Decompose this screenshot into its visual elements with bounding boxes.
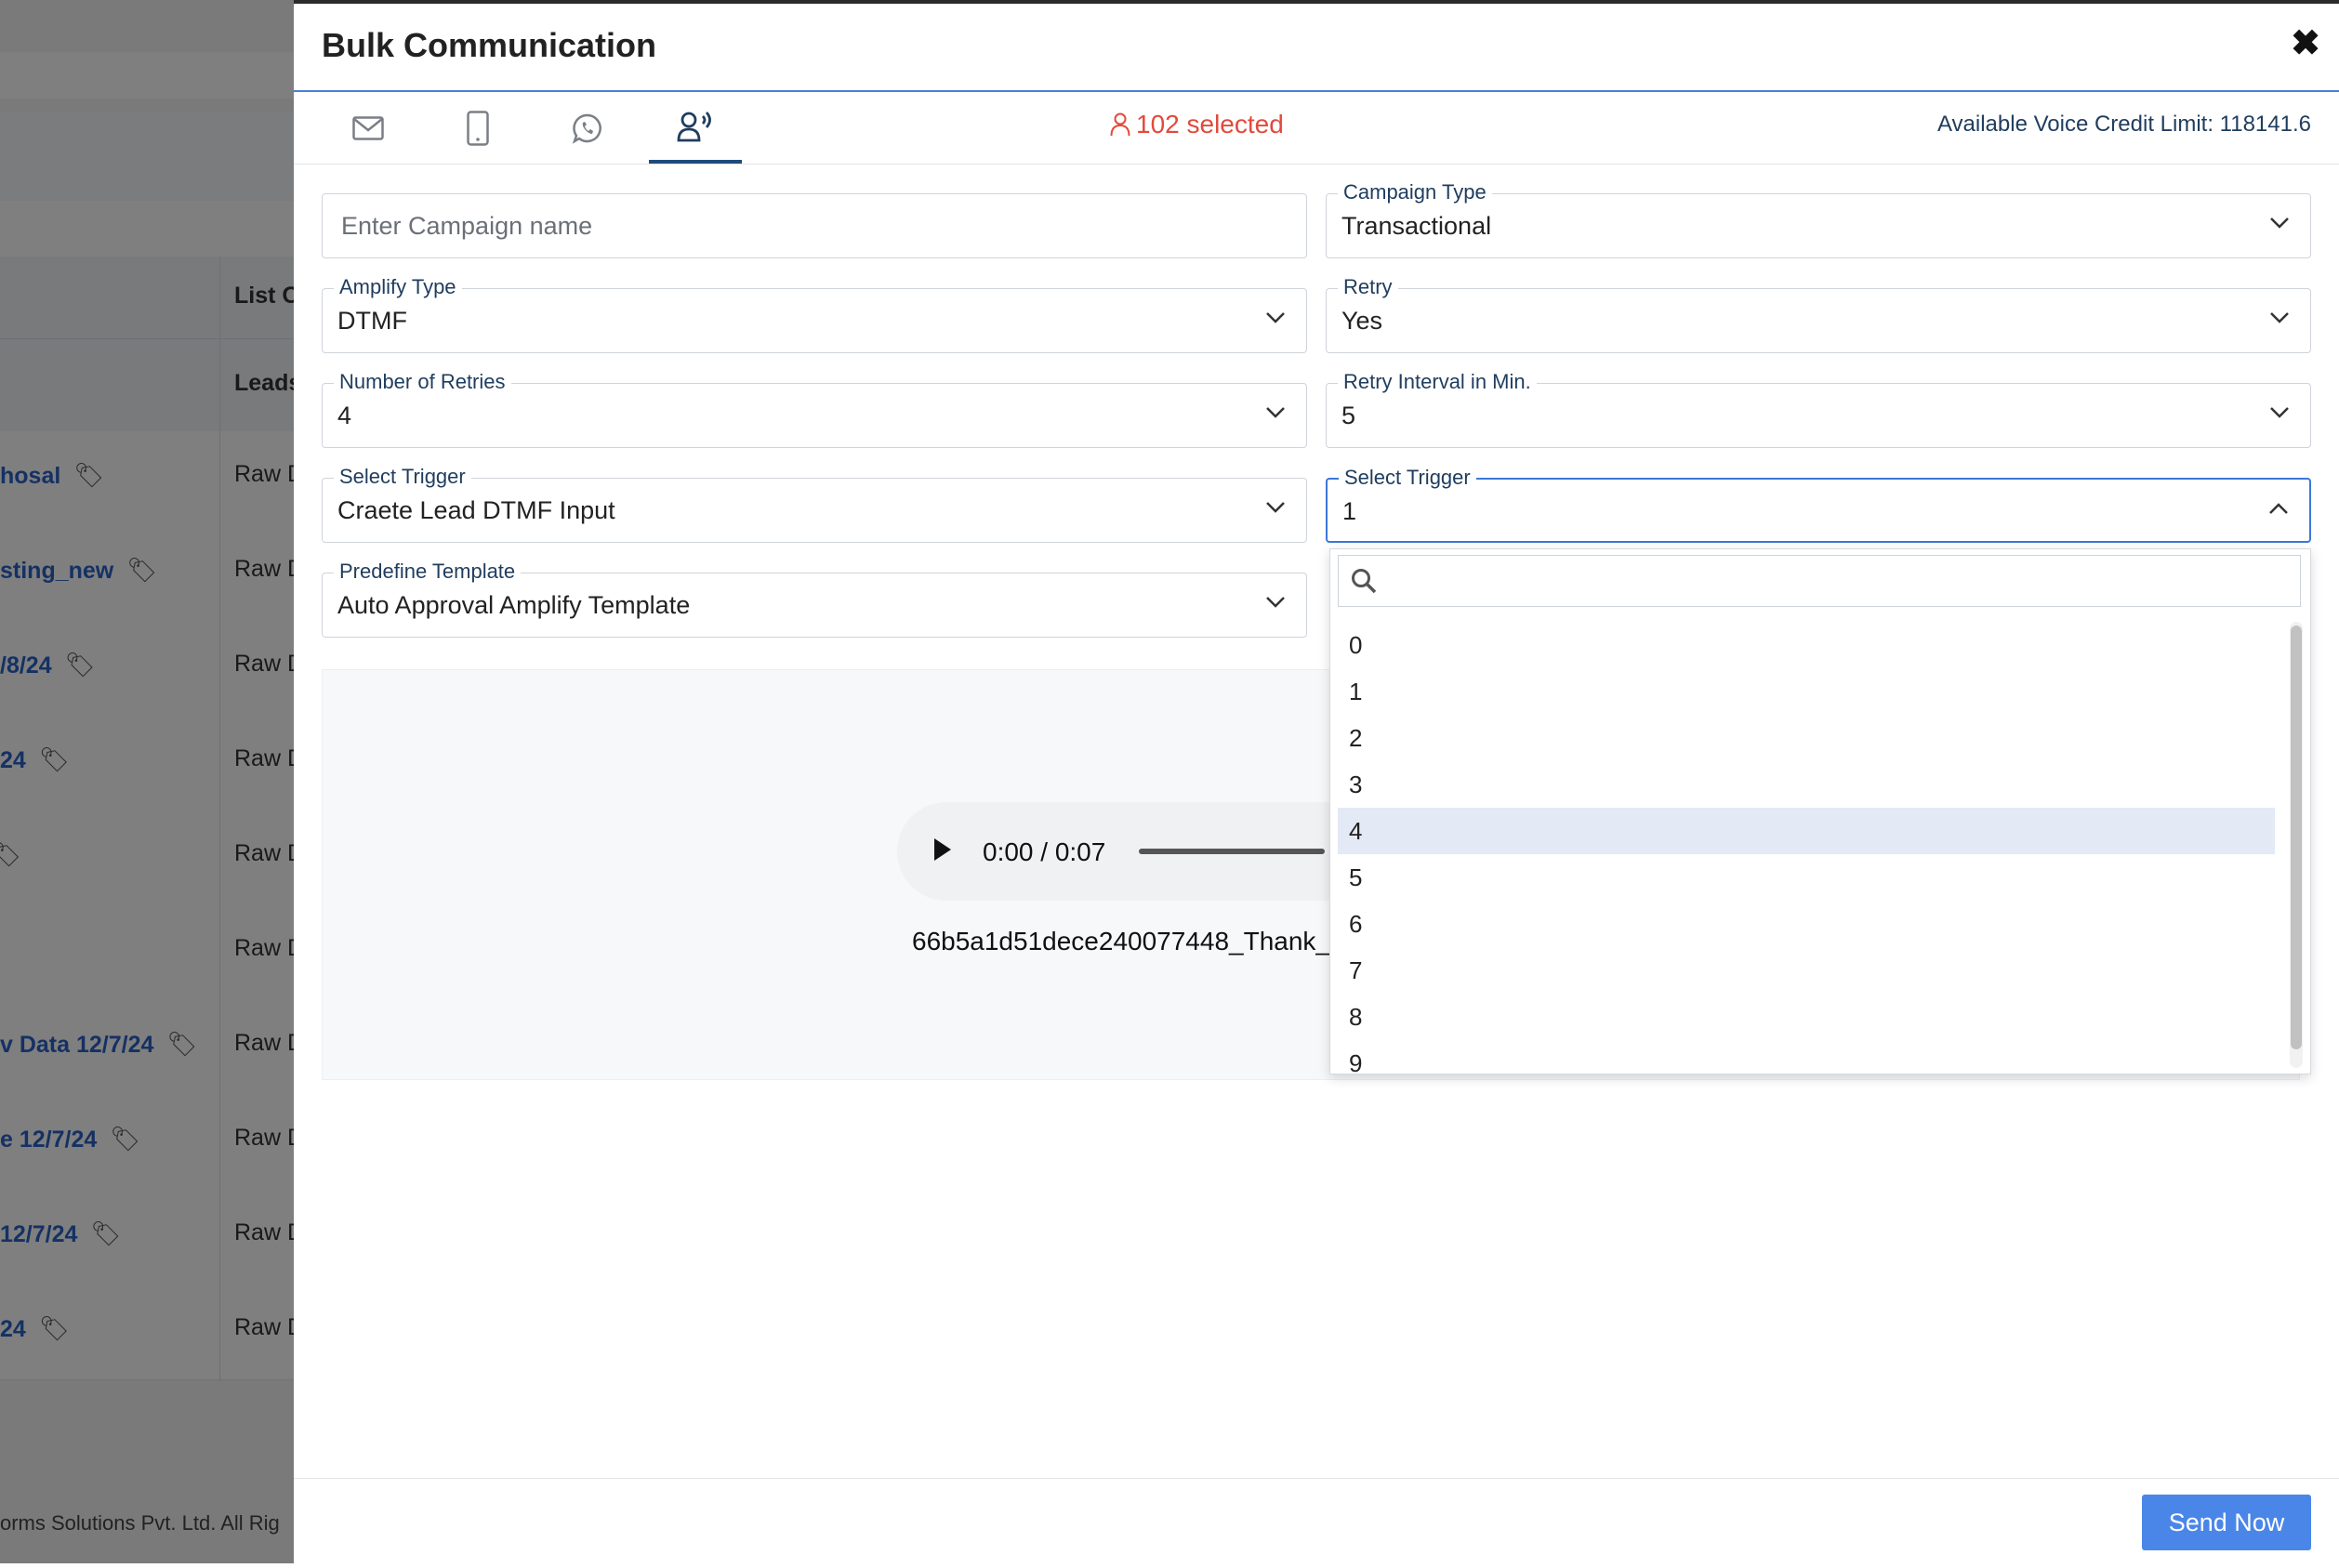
dropdown-option[interactable]: 6 bbox=[1338, 901, 2275, 947]
campaign-name-field[interactable] bbox=[322, 193, 1307, 258]
campaign-type-value: Transactional bbox=[1341, 212, 1492, 240]
selected-count-text: 102 selected bbox=[1136, 110, 1284, 138]
number-of-retries-select[interactable]: Number of Retries 4 bbox=[322, 370, 1307, 448]
select-trigger-label: Select Trigger bbox=[334, 465, 471, 489]
dropdown-option-highlighted[interactable]: 4 bbox=[1338, 808, 2275, 854]
tab-whatsapp[interactable] bbox=[541, 93, 634, 164]
chevron-down-icon bbox=[2270, 312, 2289, 323]
chevron-down-icon bbox=[2270, 407, 2289, 418]
select-trigger-dtmf-label: Select Trigger bbox=[1339, 466, 1476, 490]
chevron-up-icon bbox=[2269, 503, 2288, 514]
send-now-button[interactable]: Send Now bbox=[2142, 1495, 2311, 1550]
audio-player[interactable]: 0:00 / 0:07 bbox=[897, 802, 1381, 901]
retry-label: Retry bbox=[1338, 275, 1398, 299]
trigger-dropdown-menu: 0 1 2 3 4 5 6 7 8 9 bbox=[1329, 548, 2311, 1074]
chevron-down-icon bbox=[1266, 312, 1285, 323]
predefine-template-select[interactable]: Predefine Template Auto Approval Amplify… bbox=[322, 560, 1307, 638]
amplify-type-select[interactable]: Amplify Type DTMF bbox=[322, 275, 1307, 353]
whatsapp-icon bbox=[572, 113, 601, 144]
audio-progress-bar[interactable] bbox=[1139, 849, 1325, 854]
dropdown-option[interactable]: 5 bbox=[1338, 854, 2275, 901]
select-trigger-dtmf-value: 1 bbox=[1342, 497, 1357, 525]
chevron-down-icon bbox=[1266, 502, 1285, 513]
dropdown-option[interactable]: 3 bbox=[1338, 761, 2275, 808]
tab-voice[interactable] bbox=[649, 93, 742, 164]
select-trigger-value: Craete Lead DTMF Input bbox=[337, 496, 615, 524]
dropdown-search[interactable] bbox=[1338, 555, 2301, 608]
number-of-retries-label: Number of Retries bbox=[334, 370, 511, 394]
channel-tabs: 102 selected Available Voice Credit Limi… bbox=[294, 93, 2339, 165]
tab-email[interactable] bbox=[322, 93, 415, 164]
dropdown-search-input[interactable] bbox=[1385, 556, 2291, 608]
dropdown-option[interactable]: 8 bbox=[1338, 994, 2275, 1040]
tab-sms[interactable] bbox=[431, 93, 524, 164]
dropdown-option[interactable]: 2 bbox=[1338, 715, 2275, 761]
chevron-down-icon bbox=[2270, 217, 2289, 229]
dropdown-option[interactable]: 1 bbox=[1338, 668, 2275, 715]
email-icon bbox=[352, 116, 384, 140]
select-trigger-dtmf-select[interactable]: Select Trigger 1 bbox=[1326, 466, 2311, 543]
select-trigger-select[interactable]: Select Trigger Craete Lead DTMF Input bbox=[322, 465, 1307, 543]
amplify-type-value: DTMF bbox=[337, 307, 407, 335]
campaign-type-label: Campaign Type bbox=[1338, 180, 1492, 204]
play-icon[interactable] bbox=[931, 836, 955, 863]
dropdown-option[interactable]: 0 bbox=[1338, 622, 2275, 668]
selected-count: 102 selected bbox=[1110, 110, 1284, 139]
dropdown-scrollbar-thumb[interactable] bbox=[2291, 626, 2302, 1049]
chevron-down-icon bbox=[1266, 407, 1285, 418]
campaign-name-input[interactable] bbox=[323, 194, 1306, 257]
dropdown-options: 0 1 2 3 4 5 6 7 8 9 bbox=[1338, 622, 2275, 1074]
bulk-communication-modal: Bulk Communication ✖ 102 selected Availa… bbox=[294, 0, 2339, 1563]
amplify-type-label: Amplify Type bbox=[334, 275, 462, 299]
modal-header: Bulk Communication ✖ bbox=[294, 4, 2339, 92]
modal-title: Bulk Communication bbox=[322, 26, 657, 64]
retry-select[interactable]: Retry Yes bbox=[1326, 275, 2311, 353]
chevron-down-icon bbox=[1266, 597, 1285, 608]
retry-interval-label: Retry Interval in Min. bbox=[1338, 370, 1537, 394]
close-icon[interactable]: ✖ bbox=[2291, 26, 2320, 61]
retry-interval-select[interactable]: Retry Interval in Min. 5 bbox=[1326, 370, 2311, 448]
user-icon bbox=[1110, 112, 1130, 137]
retry-value: Yes bbox=[1341, 307, 1383, 335]
voice-credit-limit: Available Voice Credit Limit: 118141.6 bbox=[1936, 112, 2311, 137]
retry-interval-value: 5 bbox=[1341, 402, 1356, 429]
sms-phone-icon bbox=[467, 111, 489, 146]
predefine-template-value: Auto Approval Amplify Template bbox=[337, 591, 691, 619]
modal-footer: Send Now bbox=[294, 1478, 2339, 1568]
number-of-retries-value: 4 bbox=[337, 402, 352, 429]
predefine-template-label: Predefine Template bbox=[334, 560, 522, 584]
dropdown-option[interactable]: 7 bbox=[1338, 947, 2275, 994]
audio-filename: 66b5a1d51dece240077448_Thank_ bbox=[912, 927, 1330, 955]
search-icon bbox=[1352, 569, 1377, 594]
voice-icon bbox=[677, 112, 711, 142]
campaign-type-select[interactable]: Campaign Type Transactional bbox=[1326, 180, 2311, 258]
audio-time: 0:00 / 0:07 bbox=[983, 837, 1106, 866]
dropdown-option[interactable]: 9 bbox=[1338, 1040, 2275, 1074]
